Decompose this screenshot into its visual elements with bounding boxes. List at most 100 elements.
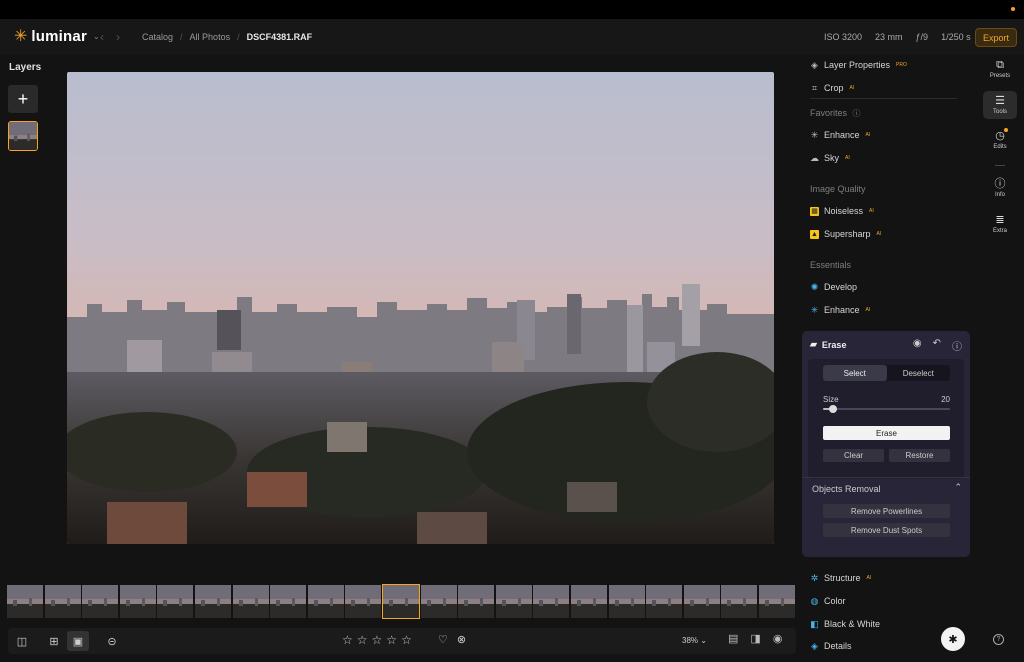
filmstrip-thumbnail[interactable] [233, 585, 269, 618]
forward-arrow-icon[interactable]: › [116, 30, 120, 44]
breadcrumb-catalog[interactable]: Catalog [142, 32, 173, 42]
rail-info[interactable]: ⓘ Info [983, 178, 1017, 198]
section-image-quality: Image Quality [810, 184, 866, 194]
rail-edits[interactable]: ◷ Edits [983, 130, 1017, 150]
sun-icon: ✺ [810, 281, 819, 292]
export-button[interactable]: Export [975, 28, 1017, 47]
rail-presets[interactable]: ⧉ Presets [983, 59, 1017, 79]
chevron-down-icon: ⌄ [92, 32, 100, 41]
undo-icon[interactable]: ↶ [933, 338, 941, 353]
side-rail: ⧉ Presets ☰ Tools ◷ Edits ⓘ Info ≣ Extra [978, 55, 1024, 662]
rail-label: Edits [993, 144, 1007, 150]
single-view-button[interactable]: ▣ [67, 631, 89, 651]
reject-icon[interactable]: ⊗ [457, 633, 466, 646]
filmstrip[interactable] [0, 583, 795, 623]
objects-removal-title[interactable]: Objects Removal [812, 484, 881, 494]
heart-icon[interactable]: ♡ [438, 633, 448, 646]
tab-deselect[interactable]: Deselect [887, 365, 951, 381]
presets-icon: ⧉ [996, 59, 1004, 71]
star-icon[interactable]: ☆ [401, 633, 412, 647]
filmstrip-thumbnail[interactable] [270, 585, 306, 618]
filmstrip-thumbnail[interactable] [7, 585, 43, 618]
size-value: 20 [941, 395, 950, 404]
compare-icon[interactable]: ◨ [750, 632, 760, 645]
filmstrip-thumbnail[interactable] [571, 585, 607, 618]
star-icon[interactable]: ☆ [357, 633, 368, 647]
aperture-value: ƒ/9 [915, 32, 929, 42]
filmstrip-thumbnail[interactable] [684, 585, 720, 618]
tool-color[interactable]: ◍ Color [810, 596, 846, 607]
tool-sky[interactable]: ☁ Sky AI [810, 153, 850, 164]
filmstrip-toggle-icon[interactable]: ▤ [728, 632, 738, 645]
filmstrip-thumbnail[interactable] [609, 585, 645, 618]
layer-thumbnail[interactable] [8, 121, 38, 151]
toggle-sidebar-button[interactable]: ◫ [11, 631, 33, 651]
more-options-button[interactable]: ⊝ [101, 631, 123, 651]
filmstrip-thumbnail[interactable] [382, 584, 420, 619]
tool-label: Crop [824, 83, 844, 93]
eye-icon[interactable]: ◉ [913, 338, 922, 353]
star-icon[interactable]: ☆ [342, 633, 353, 647]
remove-dust-spots-button[interactable]: Remove Dust Spots [823, 523, 950, 537]
grid-view-button[interactable]: ⊞ [43, 631, 65, 651]
restore-button[interactable]: Restore [889, 449, 950, 462]
iso-value: ISO 3200 [824, 32, 863, 42]
chat-assistant-button[interactable]: ✱ [941, 627, 965, 651]
edits-indicator-dot [1004, 128, 1008, 132]
tool-black-white[interactable]: ◧ Black & White [810, 619, 880, 630]
chevron-up-icon[interactable]: ⌃ [954, 482, 962, 493]
filmstrip-thumbnail[interactable] [308, 585, 344, 618]
ai-badge: AI [876, 231, 882, 237]
size-slider[interactable] [823, 405, 950, 413]
add-layer-button[interactable]: + [8, 85, 38, 113]
filmstrip-thumbnail[interactable] [759, 585, 795, 618]
rail-extra[interactable]: ≣ Extra [983, 214, 1017, 234]
tool-details[interactable]: ◈ Details [810, 641, 851, 652]
app-logo[interactable]: ✳ luminar ⌄ [14, 28, 100, 45]
info-icon[interactable]: ⓘ [952, 338, 962, 353]
main-photo[interactable] [67, 72, 774, 544]
tool-layer-properties[interactable]: ◈ Layer Properties PRO [810, 59, 907, 71]
question-icon: ? [996, 636, 1001, 643]
eye-icon[interactable]: ◉ [773, 632, 783, 645]
sliders-icon: ☰ [995, 95, 1005, 107]
erase-button[interactable]: Erase [823, 426, 950, 440]
tool-crop[interactable]: ⌗ Crop AI [810, 83, 854, 94]
clear-button[interactable]: Clear [823, 449, 884, 462]
tool-structure[interactable]: ✲ Structure AI [810, 573, 872, 584]
erase-header[interactable]: ▰ Erase [810, 339, 846, 350]
thumbnail-image [233, 585, 269, 618]
filmstrip-thumbnail[interactable] [157, 585, 193, 618]
filmstrip-thumbnail[interactable] [45, 585, 81, 618]
filmstrip-thumbnail[interactable] [82, 585, 118, 618]
rail-tools[interactable]: ☰ Tools [983, 91, 1017, 119]
filmstrip-thumbnail[interactable] [496, 585, 532, 618]
top-header: ✳ luminar ⌄ ‹ › Catalog / All Photos / D… [0, 19, 1024, 55]
tool-enhance-favorite[interactable]: ✳ Enhance AI [810, 130, 871, 141]
tool-supersharp[interactable]: ▲ Supersharp AI [810, 229, 881, 239]
filmstrip-thumbnail[interactable] [721, 585, 757, 618]
layers-title: Layers [9, 62, 42, 73]
pro-badge: PRO [896, 62, 907, 68]
size-slider-handle[interactable] [829, 405, 838, 413]
help-button[interactable]: ? [993, 634, 1004, 645]
zoom-control[interactable]: 38% ⌄ [682, 636, 707, 645]
filmstrip-thumbnail[interactable] [458, 585, 494, 618]
thumbnail-image [345, 585, 381, 618]
remove-powerlines-button[interactable]: Remove Powerlines [823, 504, 950, 518]
filmstrip-thumbnail[interactable] [120, 585, 156, 618]
layers-icon: ◈ [811, 59, 818, 70]
tool-develop[interactable]: ✺ Develop [810, 281, 857, 293]
filmstrip-thumbnail[interactable] [646, 585, 682, 618]
star-icon[interactable]: ☆ [386, 633, 397, 647]
tab-select[interactable]: Select [823, 365, 887, 381]
tool-enhance[interactable]: ✳ Enhance AI [810, 305, 871, 316]
tool-noiseless[interactable]: ▦ Noiseless AI [810, 206, 874, 216]
star-icon[interactable]: ☆ [372, 633, 383, 647]
filmstrip-thumbnail[interactable] [421, 585, 457, 618]
filmstrip-thumbnail[interactable] [195, 585, 231, 618]
filmstrip-thumbnail[interactable] [345, 585, 381, 618]
back-arrow-icon[interactable]: ‹ [100, 30, 104, 44]
breadcrumb-all-photos[interactable]: All Photos [190, 32, 231, 42]
filmstrip-thumbnail[interactable] [533, 585, 569, 618]
